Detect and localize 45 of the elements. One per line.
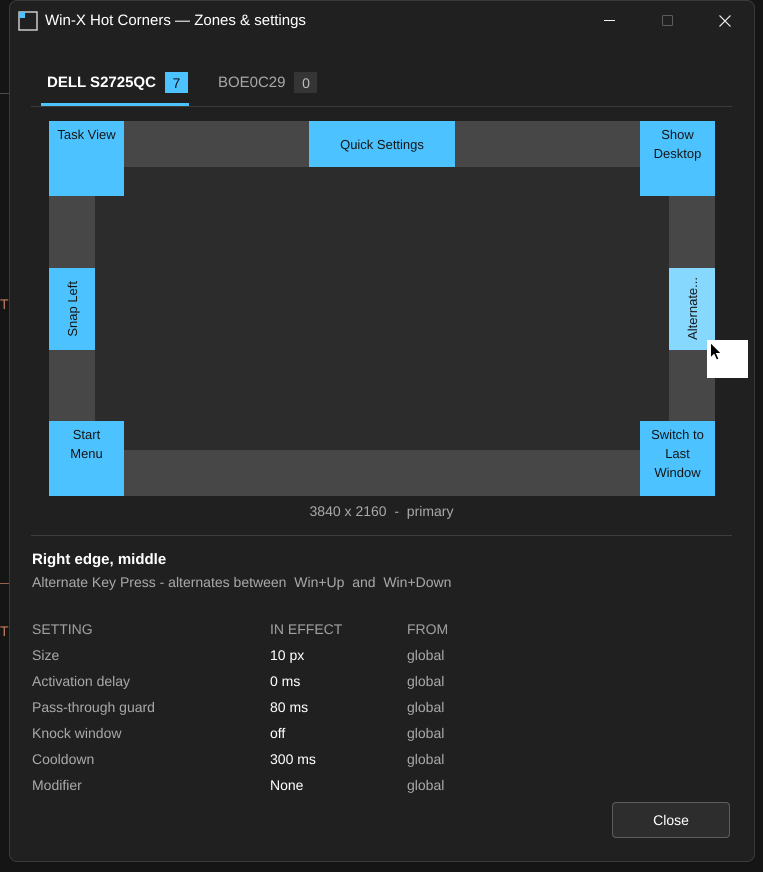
table-cell: 10 px	[270, 647, 304, 663]
table-cell: global	[407, 725, 444, 741]
table-cell: 300 ms	[270, 751, 316, 767]
column-header: FROM	[407, 621, 448, 637]
monitor-caption: 3840 x 2160 - primary	[310, 502, 454, 520]
table-cell: None	[270, 777, 304, 793]
monitor-tab[interactable]: DELL S2725QC 7	[41, 62, 189, 106]
table-cell: Knock window	[32, 725, 122, 741]
background-text: T	[0, 623, 9, 639]
close-button[interactable]: Close	[612, 802, 730, 838]
monitor-tab[interactable]: BOE0C29 0	[212, 62, 318, 106]
hot-corner-zone[interactable]: Switch to Last Window	[640, 421, 715, 496]
table-cell: global	[407, 751, 444, 767]
table-cell: global	[407, 777, 444, 793]
hot-corner-zone[interactable]: Snap Left	[49, 268, 95, 350]
count-badge: 7	[164, 72, 188, 93]
zone-description: Alternate Key Press - alternates between Win+Up and Win+Down	[31, 573, 452, 591]
minimize-icon	[604, 20, 614, 21]
hot-corner-zone[interactable]: Alternate...	[669, 268, 715, 350]
hot-corner-zone[interactable]: Show Desktop	[640, 121, 715, 196]
window-title: Win-X Hot Corners — Zones & settings	[45, 12, 306, 29]
table-cell: Activation delay	[32, 673, 130, 689]
column-header: IN EFFECT	[270, 621, 342, 637]
table-cell: global	[407, 673, 444, 689]
table-cell: 80 ms	[270, 699, 308, 715]
table-cell: Pass-through guard	[32, 699, 155, 715]
column-header: SETTING	[32, 621, 93, 637]
table-cell: Cooldown	[32, 751, 94, 767]
zone-title: Right edge, middle	[31, 550, 166, 570]
table-cell: 0 ms	[270, 673, 300, 689]
count-badge: 0	[294, 72, 318, 93]
table-cell: Modifier	[32, 777, 82, 793]
hot-corner-zone[interactable]: Start Menu	[49, 421, 124, 496]
close-icon	[719, 14, 731, 26]
blank-tooltip	[707, 340, 748, 378]
app-icon	[18, 10, 38, 30]
table-cell: off	[270, 725, 286, 741]
maximize-icon	[662, 15, 672, 26]
background-text: T	[0, 296, 9, 312]
hot-corner-zone[interactable]: Quick Settings	[309, 121, 455, 167]
table-cell: global	[407, 699, 444, 715]
hot-corner-zone[interactable]: Task View	[49, 121, 124, 196]
table-cell: Size	[32, 647, 60, 663]
cursor-icon	[710, 342, 722, 361]
table-cell: global	[407, 647, 444, 663]
